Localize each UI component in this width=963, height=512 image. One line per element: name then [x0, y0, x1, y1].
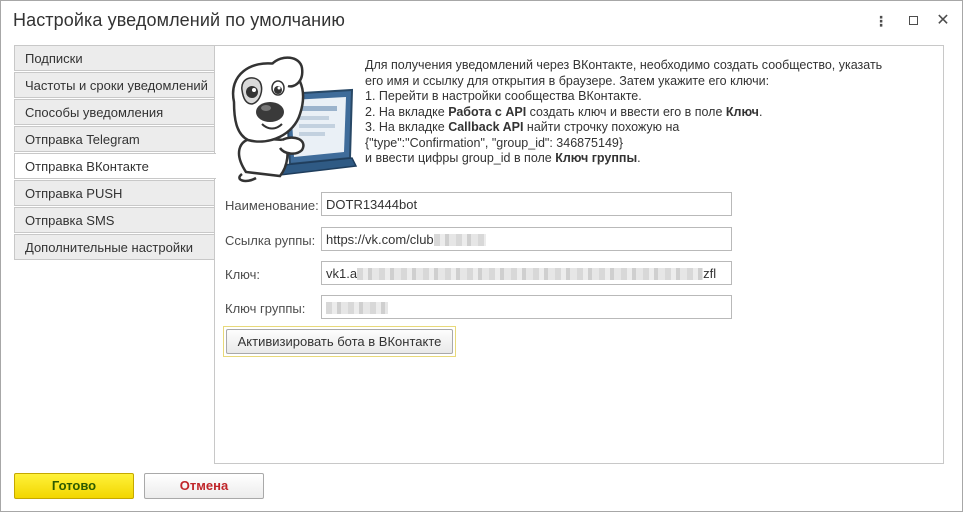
nav-item-push[interactable]: Отправка PUSH — [14, 180, 215, 206]
vk-dog-mascot-icon — [231, 56, 358, 183]
key-label: Ключ: — [225, 267, 261, 282]
vk-settings-panel: Для получения уведомлений через ВКонтакт… — [214, 45, 944, 464]
instructions-line: {"type":"Confirmation", "group_id": 3468… — [365, 135, 624, 150]
instructions-line: и ввести цифры group_id в поле Ключ груп… — [365, 151, 641, 165]
nav-item-frequencies[interactable]: Частоты и сроки уведомлений — [14, 72, 215, 98]
nav-item-methods[interactable]: Способы уведомления — [14, 99, 215, 125]
group-link-label: Ссылка руппы: — [225, 233, 316, 248]
activate-button-focus-frame: Активизировать бота в ВКонтакте — [223, 326, 456, 357]
instructions-line: Для получения уведомлений через ВКонтакт… — [365, 58, 883, 72]
nav-item-additional[interactable]: Дополнительные настройки — [14, 234, 215, 260]
group-key-label: Ключ группы: — [225, 301, 306, 316]
redacted-text — [357, 268, 704, 280]
close-icon[interactable]: ✕ — [935, 13, 951, 29]
dialog-window: Настройка уведомлений по умолчанию ⋮ ✕ П… — [0, 0, 963, 512]
maximize-icon[interactable] — [905, 13, 921, 29]
activate-bot-button[interactable]: Активизировать бота в ВКонтакте — [226, 329, 453, 354]
name-label: Наименование: — [225, 198, 319, 213]
instructions-line: 3. На вкладке Callback API найти строчку… — [365, 120, 680, 134]
nav-item-subscriptions[interactable]: Подписки — [14, 45, 215, 71]
group-link-input[interactable]: https://vk.com/club — [321, 227, 732, 251]
title-bar: Настройка уведомлений по умолчанию ⋮ ✕ — [1, 1, 962, 41]
nav-item-telegram[interactable]: Отправка Telegram — [14, 126, 215, 152]
more-icon[interactable]: ⋮ — [873, 13, 889, 29]
done-button[interactable]: Готово — [14, 473, 134, 499]
cancel-button[interactable]: Отмена — [144, 473, 264, 499]
group-key-input[interactable] — [321, 295, 732, 319]
nav-item-sms[interactable]: Отправка SMS — [14, 207, 215, 233]
redacted-text — [433, 234, 486, 246]
instructions-line: 2. На вкладке Работа с API создать ключ … — [365, 104, 763, 119]
window-title: Настройка уведомлений по умолчанию — [13, 10, 345, 30]
name-input[interactable]: DOTR13444bot — [321, 192, 732, 216]
instructions-text: Для получения уведомлений через ВКонтакт… — [365, 58, 935, 167]
instructions-line: 1. Перейти в настройки сообщества ВКонта… — [365, 89, 642, 103]
redacted-text — [326, 302, 388, 314]
key-input[interactable]: vk1.a zfl — [321, 261, 732, 285]
settings-nav: Подписки Частоты и сроки уведомлений Спо… — [14, 45, 216, 261]
instructions-line: его имя и ссылку для открытия в браузере… — [365, 73, 770, 88]
nav-item-vkontakte[interactable]: Отправка ВКонтакте — [14, 153, 216, 179]
